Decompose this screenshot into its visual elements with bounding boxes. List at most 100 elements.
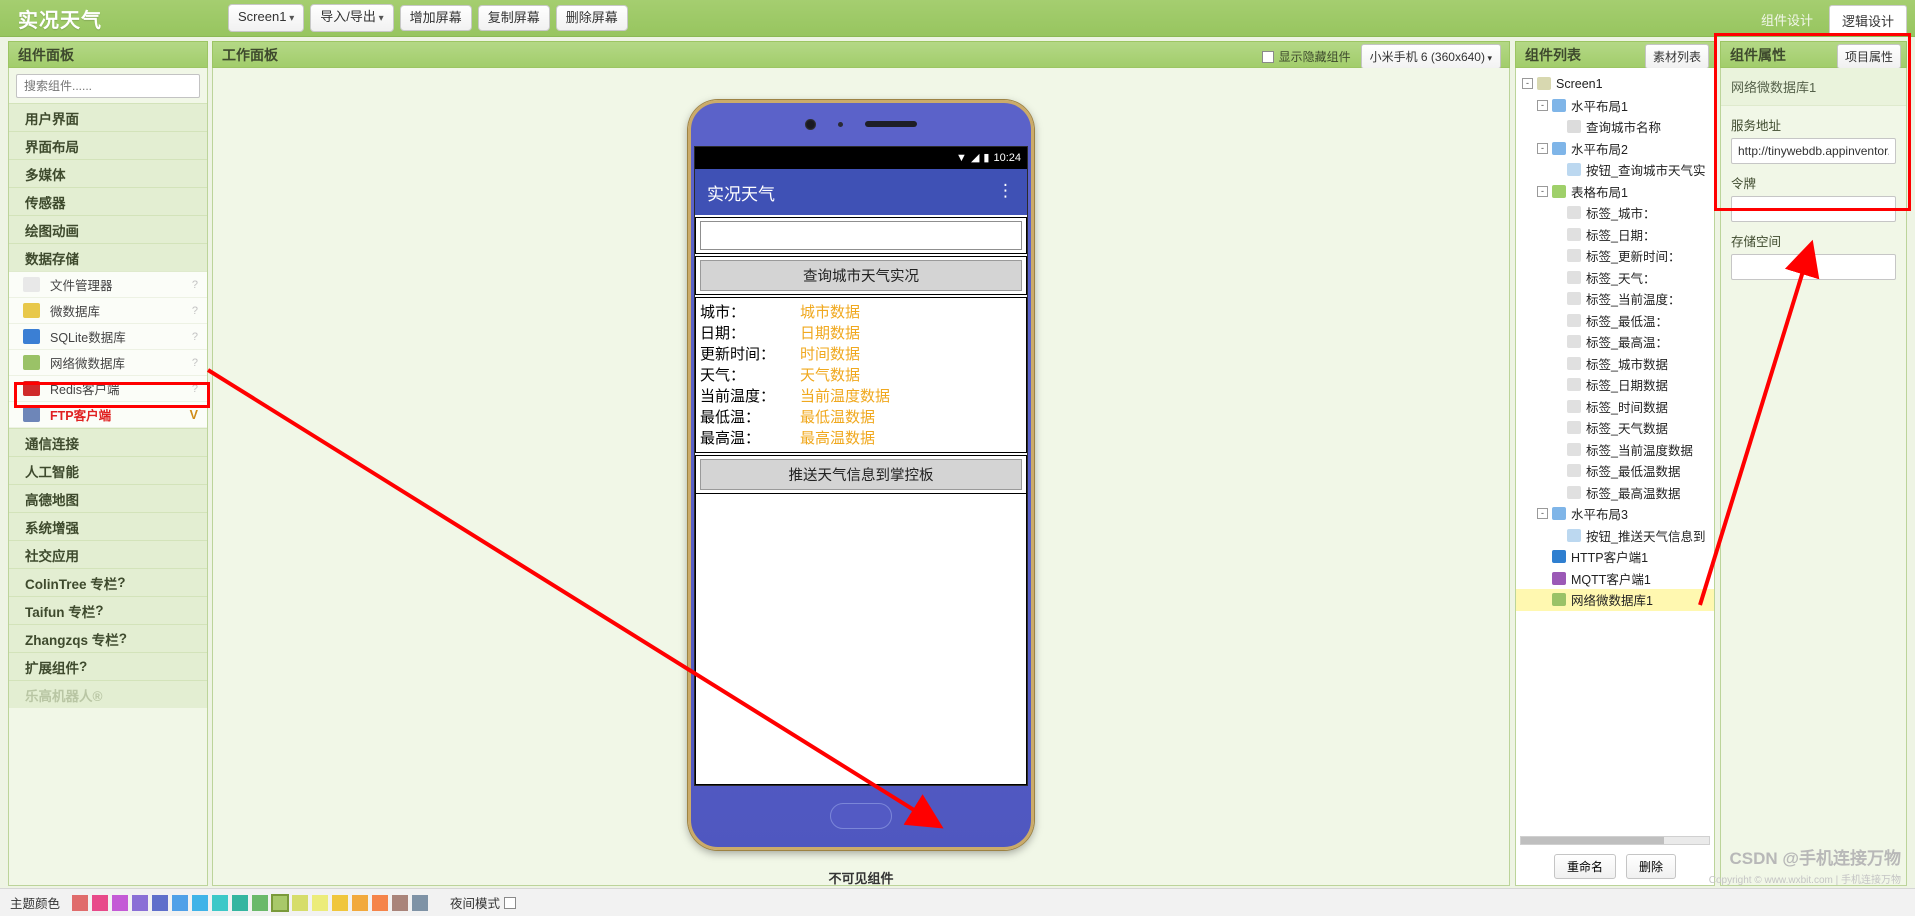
night-mode-control[interactable]: 夜间模式 [450, 893, 517, 912]
theme-swatch-6[interactable] [192, 894, 209, 911]
help-icon[interactable]: ? [117, 575, 125, 590]
design-tab-1[interactable]: 逻辑设计 [1828, 5, 1907, 35]
theme-swatch-16[interactable] [392, 894, 409, 911]
theme-swatch-10[interactable] [271, 893, 290, 912]
theme-swatch-5[interactable] [172, 894, 189, 911]
help-icon[interactable]: ? [192, 305, 198, 317]
palette-category2-9[interactable]: 乐高机器人® [9, 680, 207, 708]
tree-node-7[interactable]: 标签_日期： [1516, 224, 1714, 246]
tree-node-13[interactable]: 标签_城市数据 [1516, 353, 1714, 375]
search-input[interactable] [16, 74, 200, 98]
device-size-select[interactable]: 小米手机 6 (360x640) [1360, 44, 1501, 69]
theme-swatch-17[interactable] [412, 894, 429, 911]
tree-toggle-icon[interactable]: - [1537, 142, 1548, 154]
palette-category-2[interactable]: 多媒体 [9, 159, 207, 187]
palette-category2-8[interactable]: 扩展组件? [9, 652, 207, 680]
theme-swatch-9[interactable] [252, 894, 269, 911]
property-input[interactable] [1731, 254, 1896, 280]
tree-node-20[interactable]: - 水平布局3 [1516, 503, 1714, 525]
rename-button[interactable]: 重命名 [1553, 854, 1616, 879]
palette-category2-1[interactable]: 人工智能 [9, 456, 207, 484]
palette-category2-2[interactable]: 高德地图 [9, 484, 207, 512]
tree-node-19[interactable]: 标签_最高温数据 [1516, 482, 1714, 504]
tree-node-14[interactable]: 标签_日期数据 [1516, 374, 1714, 396]
city-name-textbox[interactable] [700, 221, 1022, 250]
tree-toggle-icon[interactable]: - [1537, 185, 1548, 197]
tree-node-1[interactable]: - 水平布局1 [1516, 95, 1714, 117]
night-mode-checkbox[interactable] [504, 896, 517, 909]
material-list-button[interactable]: 素材列表 [1644, 44, 1709, 69]
theme-swatch-15[interactable] [372, 894, 389, 911]
horizontal-arrangement-2[interactable]: 查询城市天气实况 [695, 256, 1027, 295]
palette-item-0[interactable]: 文件管理器? [9, 272, 207, 298]
palette-category2-7[interactable]: Zhangzqs 专栏? [9, 624, 207, 652]
tree-node-23[interactable]: MQTT客户端1 [1516, 568, 1714, 590]
tree-node-22[interactable]: HTTP客户端1 [1516, 546, 1714, 568]
palette-item-5[interactable]: FTP客户端 V [9, 402, 207, 428]
tree-node-15[interactable]: 标签_时间数据 [1516, 396, 1714, 418]
tree-horizontal-scrollbar[interactable] [1520, 836, 1710, 845]
theme-swatch-13[interactable] [332, 894, 349, 911]
tree-node-0[interactable]: - Screen1 [1516, 73, 1714, 95]
palette-category2-3[interactable]: 系统增强 [9, 512, 207, 540]
tree-node-9[interactable]: 标签_天气： [1516, 267, 1714, 289]
tree-node-8[interactable]: 标签_更新时间： [1516, 245, 1714, 267]
tree-node-12[interactable]: 标签_最高温： [1516, 331, 1714, 353]
palette-category2-4[interactable]: 社交应用 [9, 540, 207, 568]
push-weather-button[interactable]: 推送天气信息到掌控板 [700, 459, 1022, 490]
property-input[interactable] [1731, 138, 1896, 164]
palette-item-4[interactable]: Redis客户端? [9, 376, 207, 402]
tree-node-17[interactable]: 标签_当前温度数据 [1516, 439, 1714, 461]
tree-node-6[interactable]: 标签_城市： [1516, 202, 1714, 224]
toolbar-button-1[interactable]: 导入/导出 [310, 4, 394, 32]
tree-toggle-icon[interactable]: - [1537, 508, 1548, 520]
show-hidden-checkbox[interactable] [1261, 50, 1274, 63]
palette-category-3[interactable]: 传感器 [9, 187, 207, 215]
tree-node-2[interactable]: 查询城市名称 [1516, 116, 1714, 138]
tree-node-16[interactable]: 标签_天气数据 [1516, 417, 1714, 439]
tree-toggle-icon[interactable]: - [1537, 99, 1548, 111]
horizontal-arrangement-1[interactable] [695, 217, 1027, 254]
palette-category2-0[interactable]: 通信连接 [9, 428, 207, 456]
query-weather-button[interactable]: 查询城市天气实况 [700, 260, 1022, 291]
tree-node-5[interactable]: - 表格布局1 [1516, 181, 1714, 203]
palette-category-4[interactable]: 绘图动画 [9, 215, 207, 243]
theme-swatch-2[interactable] [112, 894, 129, 911]
theme-swatch-12[interactable] [312, 894, 329, 911]
delete-button[interactable]: 删除 [1626, 854, 1677, 879]
table-arrangement-1[interactable]: 城市： 城市数据 日期： 日期数据 更新时间： 时间数据 天气： 天气数据 当前温度： 当前温度数… [695, 297, 1027, 453]
tree-node-18[interactable]: 标签_最低温数据 [1516, 460, 1714, 482]
toolbar-button-2[interactable]: 增加屏幕 [399, 5, 472, 31]
help-icon[interactable]: ? [192, 279, 198, 291]
help-icon[interactable]: ? [79, 659, 87, 674]
palette-category2-6[interactable]: Taifun 专栏? [9, 596, 207, 624]
toolbar-button-3[interactable]: 复制屏幕 [477, 5, 550, 31]
tree-toggle-icon[interactable]: - [1522, 78, 1533, 90]
theme-swatch-14[interactable] [352, 894, 369, 911]
theme-swatch-8[interactable] [232, 894, 249, 911]
theme-swatch-7[interactable] [212, 894, 229, 911]
property-input[interactable] [1731, 196, 1896, 222]
tree-node-24[interactable]: 网络微数据库1 [1516, 589, 1714, 611]
help-icon[interactable]: ? [192, 357, 198, 369]
theme-swatch-0[interactable] [72, 894, 89, 911]
help-icon[interactable]: ? [95, 603, 103, 618]
palette-category2-5[interactable]: ColinTree 专栏? [9, 568, 207, 596]
help-icon[interactable]: ? [192, 383, 198, 395]
toolbar-button-0[interactable]: Screen1 [228, 4, 305, 32]
palette-category-1[interactable]: 界面布局 [9, 131, 207, 159]
palette-item-2[interactable]: SQLite数据库? [9, 324, 207, 350]
theme-swatch-11[interactable] [292, 894, 309, 911]
design-tab-0[interactable]: 组件设计 [1749, 5, 1825, 35]
theme-swatch-1[interactable] [92, 894, 109, 911]
palette-item-1[interactable]: 微数据库? [9, 298, 207, 324]
palette-item-3[interactable]: 网络微数据库? [9, 350, 207, 376]
help-icon[interactable]: ? [192, 331, 198, 343]
project-properties-button[interactable]: 项目属性 [1836, 44, 1901, 69]
tree-node-21[interactable]: 按钮_推送天气信息到 [1516, 525, 1714, 547]
tree-node-11[interactable]: 标签_最低温： [1516, 310, 1714, 332]
palette-category-0[interactable]: 用户界面 [9, 103, 207, 131]
theme-swatch-3[interactable] [132, 894, 149, 911]
theme-swatch-4[interactable] [152, 894, 169, 911]
overflow-menu-icon[interactable]: ⋮ [997, 182, 1014, 200]
